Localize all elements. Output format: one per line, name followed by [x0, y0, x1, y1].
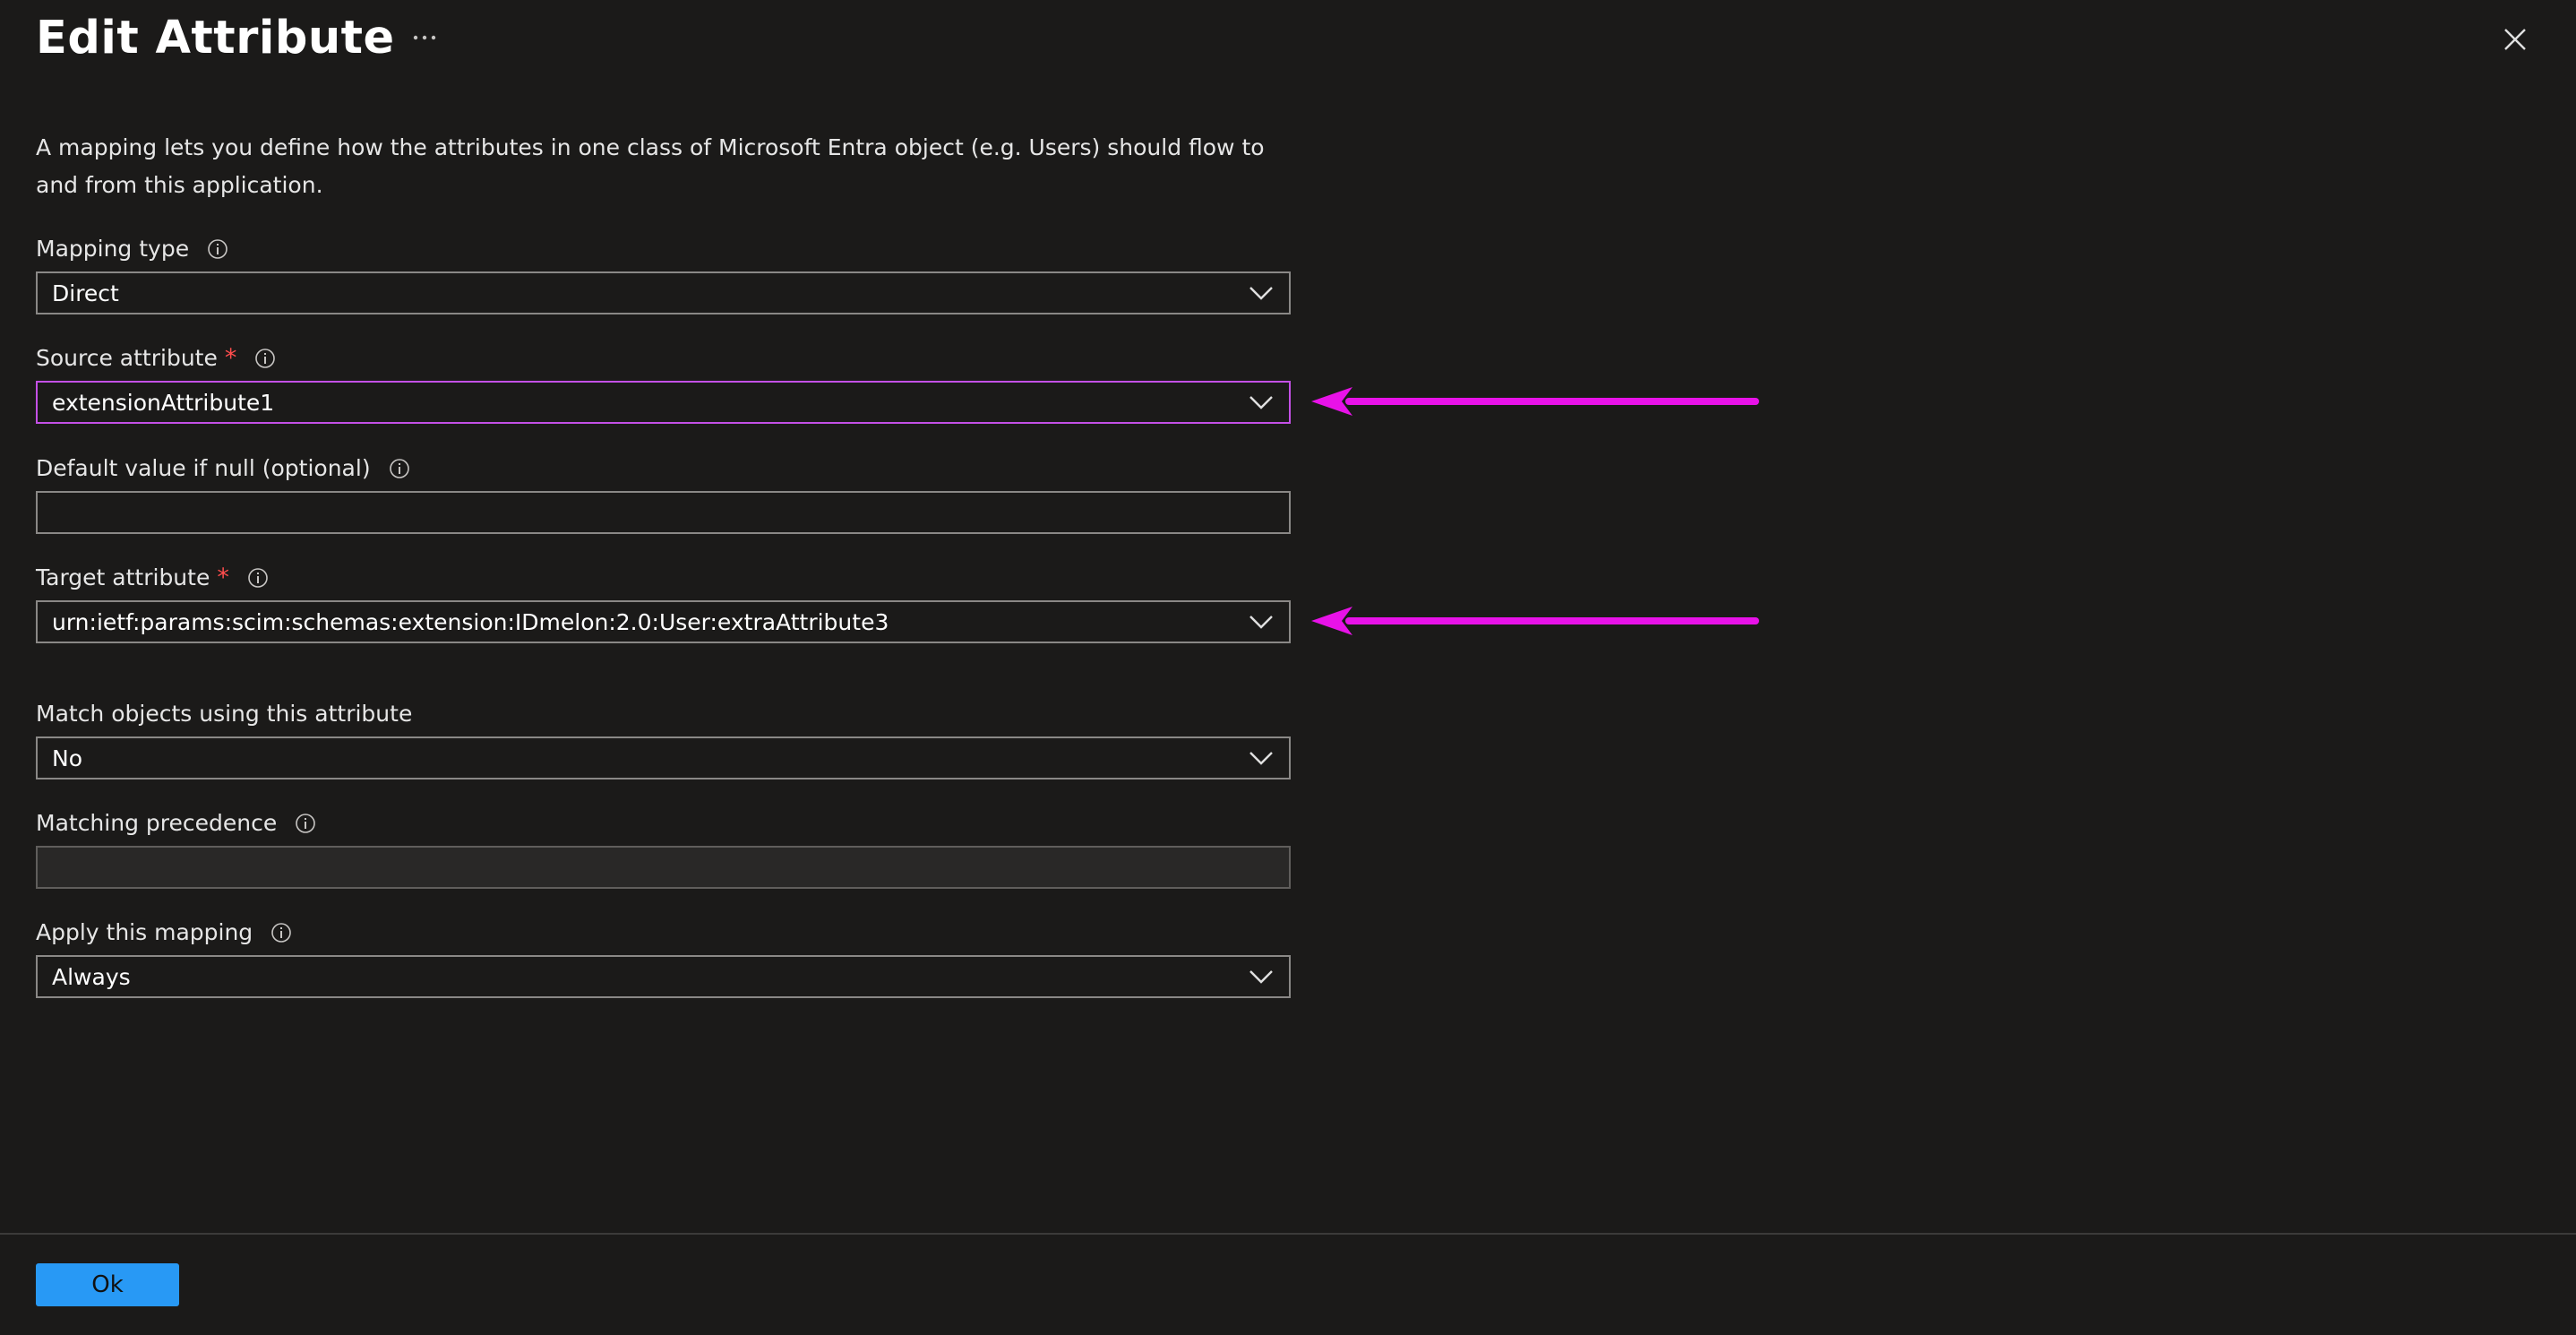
info-icon[interactable] — [270, 922, 292, 943]
edit-attribute-panel: Edit Attribute A mapping lets you define… — [0, 0, 2576, 1335]
matching-precedence-label: Matching precedence — [36, 808, 316, 839]
ellipsis-icon — [413, 35, 436, 40]
source-attribute-value: extensionAttribute1 — [52, 389, 275, 416]
apply-mapping-label-text: Apply this mapping — [36, 919, 253, 945]
footer-divider — [0, 1233, 2576, 1235]
apply-mapping-value: Always — [52, 963, 131, 990]
chevron-down-icon — [1246, 387, 1276, 418]
ok-button[interactable]: Ok — [36, 1263, 179, 1306]
info-icon[interactable] — [207, 238, 228, 260]
chevron-down-icon — [1246, 607, 1276, 637]
info-icon[interactable] — [247, 567, 269, 589]
annotation-arrow-icon — [1311, 607, 1759, 635]
default-value-label-text: Default value if null (optional) — [36, 455, 371, 481]
target-attribute-label-text: Target attribute — [36, 564, 210, 590]
info-icon[interactable] — [389, 458, 410, 479]
default-value-input[interactable] — [36, 491, 1291, 534]
default-value-label: Default value if null (optional) — [36, 453, 410, 484]
source-attribute-label-text: Source attribute — [36, 345, 218, 371]
mapping-type-value: Direct — [52, 280, 119, 306]
info-icon[interactable] — [295, 813, 316, 834]
apply-mapping-dropdown[interactable]: Always — [36, 955, 1291, 998]
apply-mapping-label: Apply this mapping — [36, 917, 292, 948]
source-attribute-dropdown[interactable]: extensionAttribute1 — [36, 381, 1291, 424]
chevron-down-icon — [1246, 278, 1276, 308]
source-attribute-label: Source attribute * — [36, 343, 276, 374]
mapping-description: A mapping lets you define how the attrib… — [36, 134, 1265, 198]
info-icon[interactable] — [254, 348, 276, 369]
target-attribute-dropdown[interactable]: urn:ietf:params:scim:schemas:extension:I… — [36, 600, 1291, 643]
mapping-type-label: Mapping type — [36, 234, 228, 264]
annotation-arrow-icon — [1311, 387, 1759, 416]
matching-precedence-label-text: Matching precedence — [36, 810, 278, 836]
more-options-button[interactable] — [407, 20, 442, 56]
mapping-type-label-text: Mapping type — [36, 236, 190, 262]
match-objects-label-text: Match objects using this attribute — [36, 701, 413, 727]
required-marker: * — [224, 344, 237, 372]
close-button[interactable] — [2495, 20, 2535, 59]
chevron-down-icon — [1246, 743, 1276, 773]
close-icon — [2504, 29, 2526, 50]
chevron-down-icon — [1246, 961, 1276, 992]
matching-precedence-input — [36, 846, 1291, 889]
panel-title: Edit Attribute — [36, 12, 395, 65]
target-attribute-label: Target attribute * — [36, 563, 269, 593]
match-objects-label: Match objects using this attribute — [36, 699, 412, 729]
target-attribute-value: urn:ietf:params:scim:schemas:extension:I… — [52, 608, 889, 635]
mapping-type-dropdown[interactable]: Direct — [36, 271, 1291, 314]
required-marker: * — [217, 564, 229, 591]
match-objects-dropdown[interactable]: No — [36, 736, 1291, 779]
match-objects-value: No — [52, 745, 82, 771]
